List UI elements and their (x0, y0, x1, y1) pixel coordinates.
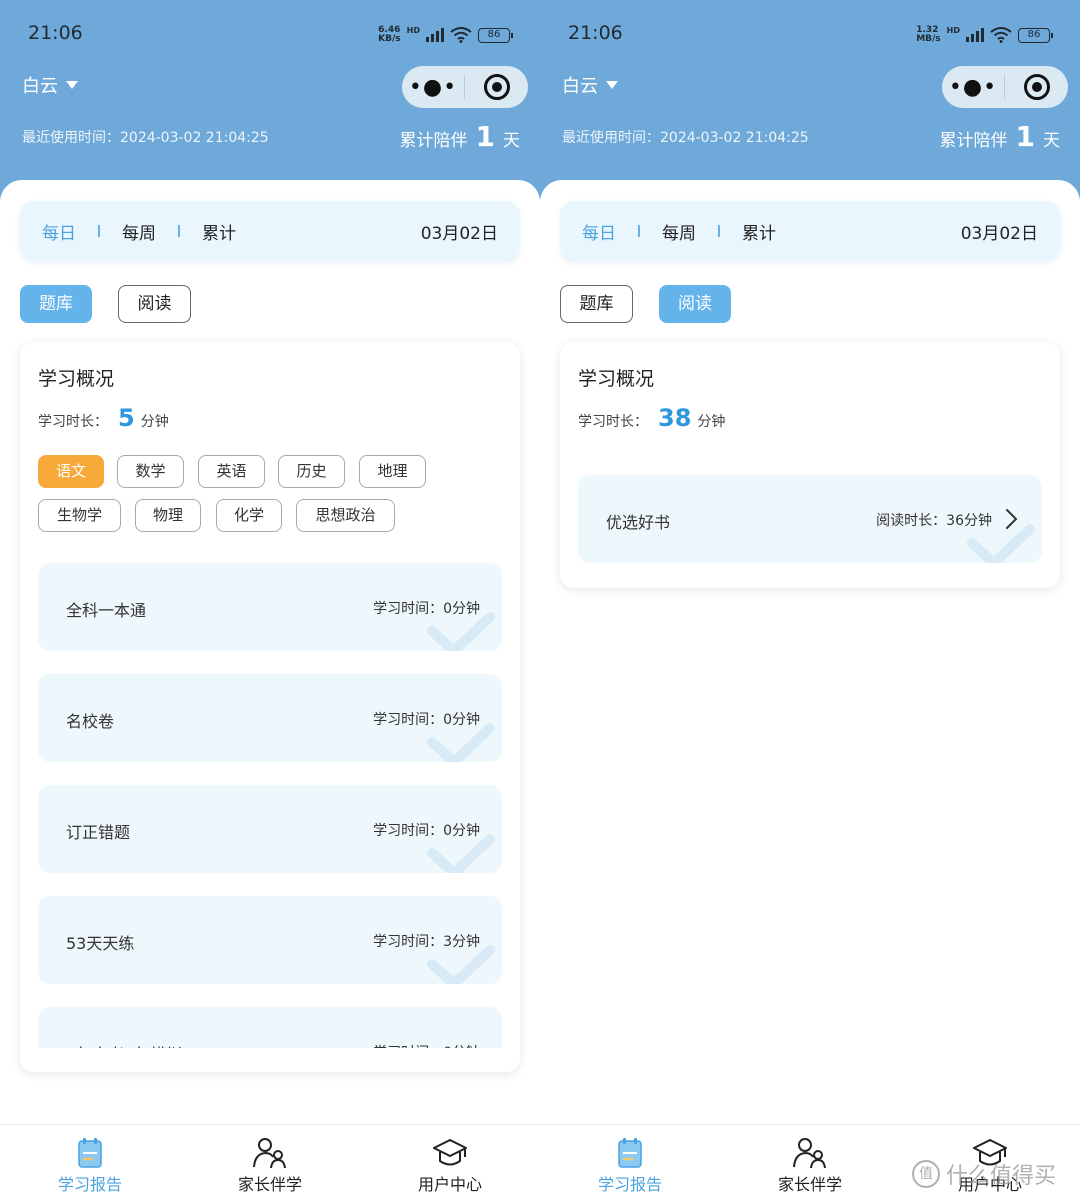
screen-question-bank: 21:06 6.46 KB/s HD 86 白云 •●• 最近使用时间：2024… (0, 0, 540, 1200)
period-tabs: 每日 每周 累计 03月02日 (20, 201, 520, 261)
chevron-right-icon[interactable] (1002, 507, 1020, 531)
parents-icon (253, 1138, 286, 1169)
item-name: 订正错题 (66, 823, 131, 842)
content-area: 每日 每周 累计 03月02日 题库 阅读 学习概况 学习时长： 38 分钟 优… (540, 180, 1080, 1200)
study-duration: 学习时长： 38 分钟 (578, 404, 726, 432)
caret-down-icon (66, 81, 78, 89)
tab-weekly[interactable]: 每周 (122, 219, 156, 244)
tab-cumulative[interactable]: 累计 (202, 219, 236, 244)
subject-chip[interactable]: 物理 (135, 499, 201, 532)
signal-icon (426, 28, 444, 42)
subject-chip[interactable]: 思想政治 (296, 499, 395, 532)
tab-weekly[interactable]: 每周 (662, 219, 696, 244)
subject-chip[interactable]: 生物学 (38, 499, 121, 532)
item-name: 名校卷 (66, 712, 115, 731)
hd-label: HD (406, 26, 420, 35)
tab-reading[interactable]: 阅读 (118, 285, 191, 323)
battery-icon: 86 (478, 27, 513, 43)
list-item[interactable]: 名校卷 学习时间：0分钟 (38, 674, 502, 762)
status-time: 21:06 (28, 22, 83, 44)
miniapp-capsule: •●• (942, 66, 1068, 108)
subject-chip[interactable]: 地理 (359, 455, 426, 488)
caret-down-icon (606, 81, 618, 89)
content-area: 每日 每周 累计 03月02日 题库 阅读 学习概况 学习时长： 5 分钟 语文… (0, 180, 540, 1200)
period-tabs: 每日 每周 累计 03月02日 (560, 201, 1060, 261)
bottom-tabbar: 学习报告 家长伴学 用户中心 (0, 1124, 540, 1200)
tab-parent-study[interactable]: 家长伴学 (180, 1125, 360, 1200)
location-label: 白云 (562, 76, 598, 97)
signal-icon (966, 28, 984, 42)
header: 21:06 6.46 KB/s HD 86 白云 •●• 最近使用时间：2024… (0, 0, 540, 200)
close-target-icon[interactable] (465, 74, 528, 100)
subject-chip[interactable]: 历史 (278, 455, 345, 488)
last-used-time: 最近使用时间：2024-03-02 21:04:25 (562, 130, 809, 146)
wifi-icon (450, 27, 472, 43)
tab-cumulative[interactable]: 累计 (742, 219, 776, 244)
tab-reading[interactable]: 阅读 (659, 285, 731, 323)
tab-daily[interactable]: 每日 (582, 219, 616, 244)
subject-chip[interactable]: 化学 (216, 499, 282, 532)
item-name: 优选好书 (606, 513, 671, 532)
summary-title: 学习概况 (38, 368, 115, 390)
battery-icon: 86 (1018, 27, 1053, 43)
list-item[interactable]: 订正错题 学习时间：0分钟 (38, 785, 502, 873)
last-used-time: 最近使用时间：2024-03-02 21:04:25 (22, 130, 269, 146)
tab-parent-study[interactable]: 家长伴学 (720, 1125, 900, 1200)
tab-user-center[interactable]: 用户中心 (360, 1125, 540, 1200)
item-name: 53天天练 (66, 934, 135, 953)
check-watermark-icon (427, 834, 495, 873)
watermark-text: 什么值得买 (946, 1164, 1057, 1189)
companion-days: 累计陪伴 1 天 (399, 120, 520, 153)
status-icons: 6.46 KB/s HD 86 (378, 25, 513, 44)
subject-chip[interactable]: 英语 (198, 455, 265, 488)
more-icon[interactable]: •●• (942, 75, 1004, 100)
network-speed: 1.32 MB/s (916, 25, 941, 44)
header: 21:06 1.32 MB/s HD 86 白云 •●• 最近使用时间：2024… (540, 0, 1080, 200)
wifi-icon (990, 27, 1012, 43)
location-label: 白云 (22, 76, 58, 97)
report-icon (78, 1138, 102, 1168)
check-watermark-icon (427, 612, 495, 651)
study-summary-card: 学习概况 学习时长： 5 分钟 语文 数学 英语 历史 地理 生物学 物理 化学… (20, 342, 520, 1072)
item-name: 全科一本通 (66, 601, 147, 620)
status-icons: 1.32 MB/s HD 86 (916, 25, 1053, 44)
screen-reading: 21:06 1.32 MB/s HD 86 白云 •●• 最近使用时间：2024… (540, 0, 1080, 1200)
close-target-icon[interactable] (1005, 74, 1068, 100)
tab-question-bank[interactable]: 题库 (20, 285, 92, 323)
subject-chip[interactable]: 数学 (117, 455, 184, 488)
date-label[interactable]: 03月02日 (961, 219, 1038, 244)
check-watermark-icon (427, 723, 495, 762)
list-item[interactable]: 53天天练 学习时间：3分钟 (38, 896, 502, 984)
companion-days: 累计陪伴 1 天 (939, 120, 1060, 153)
study-duration: 学习时长： 5 分钟 (38, 404, 169, 432)
location-selector[interactable]: 白云 (562, 72, 618, 98)
network-speed: 6.46 KB/s (378, 25, 401, 44)
parents-icon (793, 1138, 826, 1169)
tab-study-report[interactable]: 学习报告 (0, 1125, 180, 1200)
status-time: 21:06 (568, 22, 623, 44)
summary-title: 学习概况 (578, 368, 655, 390)
date-label[interactable]: 03月02日 (421, 219, 498, 244)
tab-daily[interactable]: 每日 (42, 219, 76, 244)
check-watermark-icon (427, 945, 495, 984)
site-watermark: 值 什么值得买 (912, 1158, 1056, 1190)
tab-study-report[interactable]: 学习报告 (540, 1125, 720, 1200)
list-item[interactable]: 优选好书 阅读时长：36分钟 (578, 475, 1042, 563)
hd-label: HD (946, 26, 960, 35)
more-icon[interactable]: •●• (402, 75, 464, 100)
subject-chip[interactable]: 语文 (38, 455, 104, 488)
check-watermark-icon (967, 524, 1035, 563)
study-summary-card: 学习概况 学习时长： 38 分钟 优选好书 阅读时长：36分钟 (560, 342, 1060, 588)
graduation-cap-icon (433, 1139, 467, 1166)
list-item[interactable]: 全科一本通 学习时间：0分钟 (38, 563, 502, 651)
miniapp-capsule: •●• (402, 66, 528, 108)
report-icon (618, 1138, 642, 1168)
watermark-logo-icon: 值 (912, 1160, 940, 1188)
location-selector[interactable]: 白云 (22, 72, 78, 98)
tab-question-bank[interactable]: 题库 (560, 285, 633, 323)
